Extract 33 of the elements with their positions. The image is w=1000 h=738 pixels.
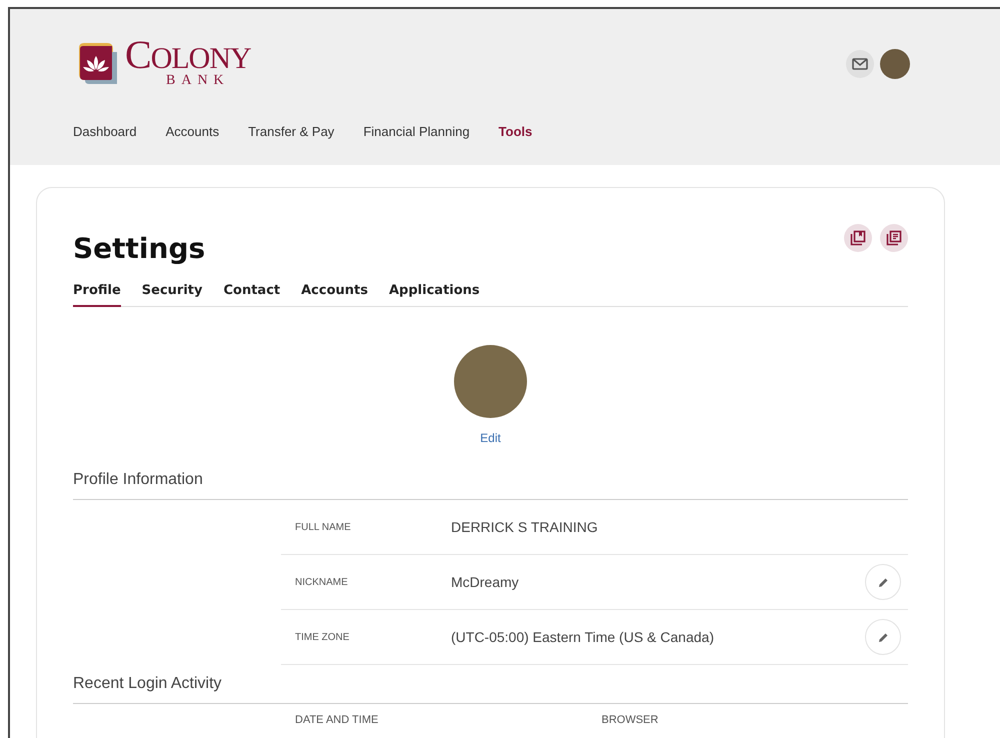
- edit-photo-link[interactable]: Edit: [480, 431, 501, 445]
- field-value: McDreamy: [451, 574, 520, 590]
- column-header: BROWSER: [602, 714, 660, 726]
- settings-tab[interactable]: Profile: [73, 283, 121, 307]
- field-label: NICKNAME: [295, 576, 349, 588]
- bookmark-copy-button[interactable]: [844, 224, 872, 252]
- settings-tab[interactable]: Accounts: [301, 283, 368, 307]
- nav-link[interactable]: Accounts: [166, 124, 220, 139]
- section-heading: Profile Information: [73, 471, 908, 500]
- field-label: FULL NAME: [295, 522, 352, 532]
- document-stack-icon: [886, 230, 902, 246]
- pencil-icon: [878, 576, 888, 588]
- section-heading: Recent Login Activity: [73, 675, 908, 704]
- document-copy-button[interactable]: [880, 224, 908, 252]
- settings-tab[interactable]: Contact: [223, 283, 280, 307]
- column-header: DATE AND TIME: [295, 714, 380, 726]
- logo-wordmark: COLONY: [125, 40, 251, 74]
- settings-tab[interactable]: Security: [142, 283, 202, 307]
- nav-link[interactable]: Tools: [498, 124, 532, 139]
- page-title: Settings: [73, 231, 206, 267]
- logo-subtitle: BANK: [166, 74, 230, 88]
- avatar-photo-placeholder[interactable]: [880, 49, 910, 79]
- nav-link[interactable]: Transfer & Pay: [248, 124, 334, 139]
- field-value: DERRICK S TRAINING: [451, 519, 599, 535]
- nav-link[interactable]: Dashboard: [73, 124, 137, 139]
- bookmark-stack-icon: [850, 230, 866, 246]
- settings-tab[interactable]: Applications: [389, 283, 480, 307]
- pencil-icon: [878, 632, 888, 642]
- field-label: TIME ZONE: [295, 632, 350, 642]
- nav-link[interactable]: Financial Planning: [363, 124, 470, 139]
- field-value: (UTC-05:00) Eastern Time (US & Canada): [451, 629, 715, 645]
- mail-icon: [852, 58, 868, 70]
- mail-button[interactable]: [846, 50, 874, 78]
